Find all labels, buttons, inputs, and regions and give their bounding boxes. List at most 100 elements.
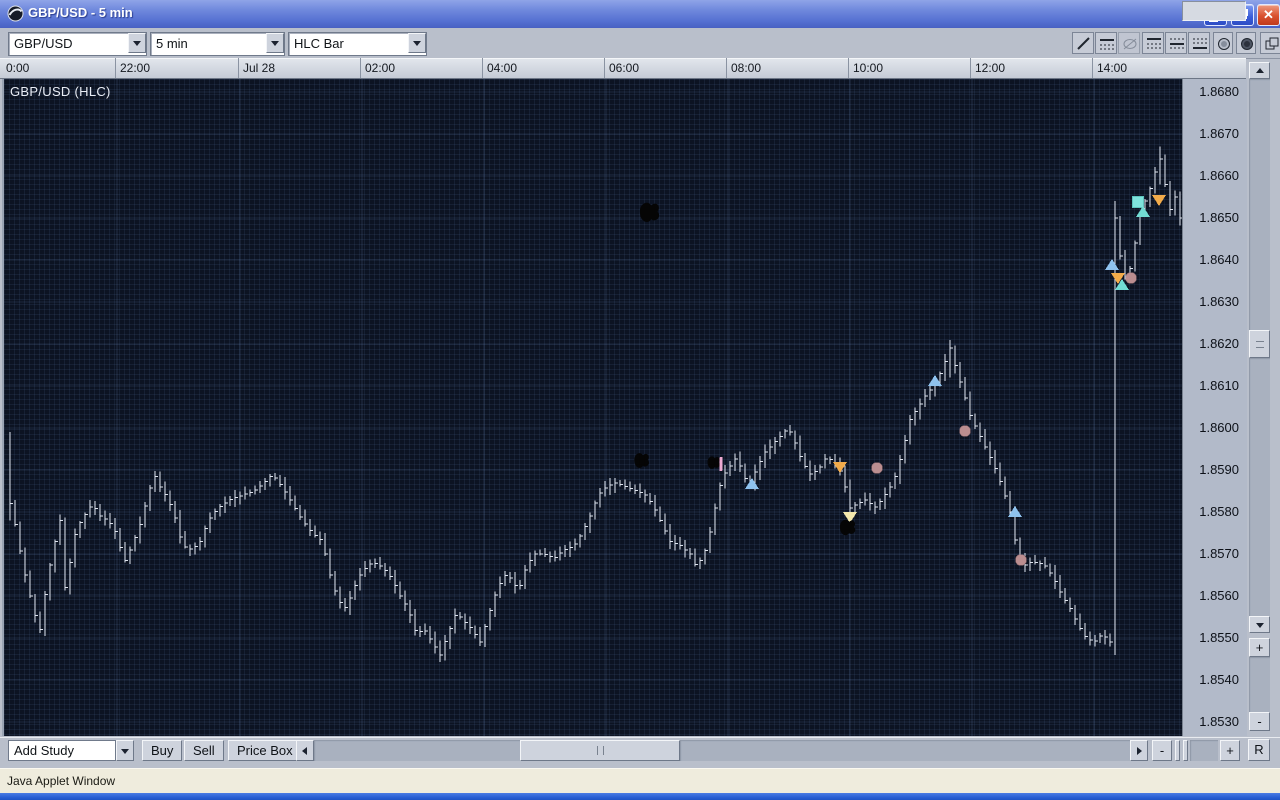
price-axis-label: 1.8550 — [1199, 630, 1239, 645]
zoom-out-y-button[interactable]: - — [1249, 712, 1270, 731]
arrow-down-icon — [1255, 622, 1264, 628]
vscroll-thumb[interactable] — [1249, 330, 1270, 358]
signal-markers — [634, 195, 1166, 566]
chart-type-value: HLC Bar — [294, 36, 344, 51]
bottom-edge-strip — [0, 793, 1280, 800]
price-axis-label: 1.8630 — [1199, 294, 1239, 309]
buy-button[interactable]: Buy — [142, 740, 183, 761]
splat-marker — [639, 202, 660, 223]
arrow-left-icon — [302, 746, 307, 755]
symbol-combobox[interactable]: GBP/USD — [8, 32, 147, 56]
chart-series-label: GBP/USD (HLC) — [10, 84, 111, 99]
time-axis-label: 22:00 — [120, 61, 151, 75]
grid-top-icon[interactable] — [1142, 32, 1164, 54]
interval-combobox[interactable]: 5 min — [150, 32, 285, 56]
price-axis[interactable]: 1.8680 1.8670 1.8660 1.8650 1.8640 1.8630 1.86… — [1182, 79, 1247, 736]
time-axis-label: 0:00 — [6, 61, 30, 75]
bottom-toolbar: Add Study Buy Sell Price Box - + R — [0, 737, 1280, 764]
time-axis-label: Jul 28 — [243, 61, 276, 75]
price-axis-label: 1.8640 — [1199, 252, 1239, 267]
time-axis-label: 08:00 — [731, 61, 762, 75]
status-text: Java Applet Window — [7, 774, 116, 788]
arrow-up-icon — [1255, 67, 1264, 73]
vscroll-track-upper[interactable] — [1249, 79, 1270, 330]
vertical-scrollbar: + - — [1249, 60, 1270, 736]
circle-dark-icon[interactable] — [1236, 32, 1256, 54]
zoom-out-x-button[interactable]: - — [1152, 740, 1172, 761]
time-axis-label: 12:00 — [975, 61, 1006, 75]
time-axis-separator — [360, 58, 361, 78]
zoom-in-y-button[interactable]: + — [1249, 638, 1270, 657]
price-box-button[interactable]: Price Box — [228, 740, 302, 761]
circle-marker — [871, 462, 883, 474]
triangle-up-marker — [1105, 259, 1119, 270]
scroll-up-button[interactable] — [1249, 62, 1270, 79]
hscroll-track-left[interactable] — [314, 740, 520, 761]
splat-marker — [707, 456, 720, 469]
divider-button[interactable] — [1175, 740, 1180, 761]
hscroll-zoom-track[interactable] — [1190, 740, 1218, 761]
circle-marker — [959, 425, 971, 437]
circle-marker — [1015, 554, 1027, 566]
time-axis-separator — [970, 58, 971, 78]
add-study-dropdown-button[interactable] — [116, 740, 134, 761]
reset-button[interactable]: R — [1248, 739, 1270, 761]
scroll-down-button[interactable] — [1249, 616, 1270, 633]
circle-marker — [1125, 272, 1137, 284]
time-axis-separator — [1092, 58, 1093, 78]
vscroll-track-zoom[interactable] — [1249, 657, 1270, 712]
price-axis-label: 1.8530 — [1199, 714, 1239, 729]
application-window: GBP/USD - 5 min ✕ GBP/USD 5 min HLC Bar — [0, 0, 1280, 800]
interval-dropdown-button[interactable] — [266, 33, 284, 53]
time-axis-separator — [115, 58, 116, 78]
splat-marker — [634, 453, 649, 468]
circle-light-icon[interactable] — [1213, 32, 1233, 54]
grip-icon — [597, 745, 604, 755]
symbol-value: GBP/USD — [14, 36, 73, 51]
ellipse-disabled-icon — [1118, 32, 1140, 54]
time-axis-label: 02:00 — [365, 61, 396, 75]
square-marker — [1132, 196, 1144, 208]
app-globe-icon — [7, 5, 24, 22]
scroll-left-button[interactable] — [296, 740, 314, 761]
title-bar[interactable]: GBP/USD - 5 min ✕ — [0, 0, 1280, 29]
add-study-value: Add Study — [14, 743, 74, 758]
chart-type-combobox[interactable]: HLC Bar — [288, 32, 427, 56]
zoom-in-x-button[interactable]: + — [1220, 740, 1240, 761]
time-axis-label: 04:00 — [487, 61, 518, 75]
study-lines-icon[interactable] — [1095, 32, 1117, 54]
add-study-combobox[interactable]: Add Study — [8, 740, 116, 761]
sell-button[interactable]: Sell — [184, 740, 224, 761]
price-axis-label: 1.8580 — [1199, 504, 1239, 519]
price-axis-label: 1.8590 — [1199, 462, 1239, 477]
vscroll-track-lower[interactable] — [1249, 358, 1270, 616]
chart-type-dropdown-button[interactable] — [408, 33, 426, 53]
time-axis-separator — [848, 58, 849, 78]
price-axis-label: 1.8610 — [1199, 378, 1239, 393]
axis-corner-cell — [1182, 1, 1246, 21]
interval-value: 5 min — [156, 36, 188, 51]
grid-middle-icon[interactable] — [1165, 32, 1187, 54]
close-button[interactable]: ✕ — [1257, 4, 1280, 26]
price-axis-label: 1.8680 — [1199, 84, 1239, 99]
windows-icon[interactable] — [1260, 32, 1280, 54]
hscroll-thumb[interactable] — [520, 740, 680, 761]
chart-area[interactable]: GBP/USD (HLC) — [2, 79, 1183, 736]
price-axis-label: 1.8620 — [1199, 336, 1239, 351]
trendline-icon[interactable] — [1072, 32, 1094, 54]
pin-marker — [719, 457, 723, 471]
chevron-down-icon — [121, 748, 129, 754]
splat-marker — [839, 519, 856, 536]
toolbar: GBP/USD 5 min HLC Bar — [0, 28, 1280, 59]
scroll-right-button[interactable] — [1130, 740, 1148, 761]
time-axis-separator — [604, 58, 605, 78]
symbol-dropdown-button[interactable] — [128, 33, 146, 53]
chevron-down-icon — [413, 41, 421, 46]
hscroll-track-right[interactable] — [680, 740, 1130, 761]
divider-button[interactable] — [1183, 740, 1188, 761]
time-axis-label: 10:00 — [853, 61, 884, 75]
time-axis[interactable]: 0:00 22:00 Jul 28 02:00 04:00 06:00 08:00 10:00… — [0, 58, 1246, 79]
time-axis-separator — [726, 58, 727, 78]
price-axis-label: 1.8660 — [1199, 168, 1239, 183]
grid-bottom-icon[interactable] — [1188, 32, 1210, 54]
